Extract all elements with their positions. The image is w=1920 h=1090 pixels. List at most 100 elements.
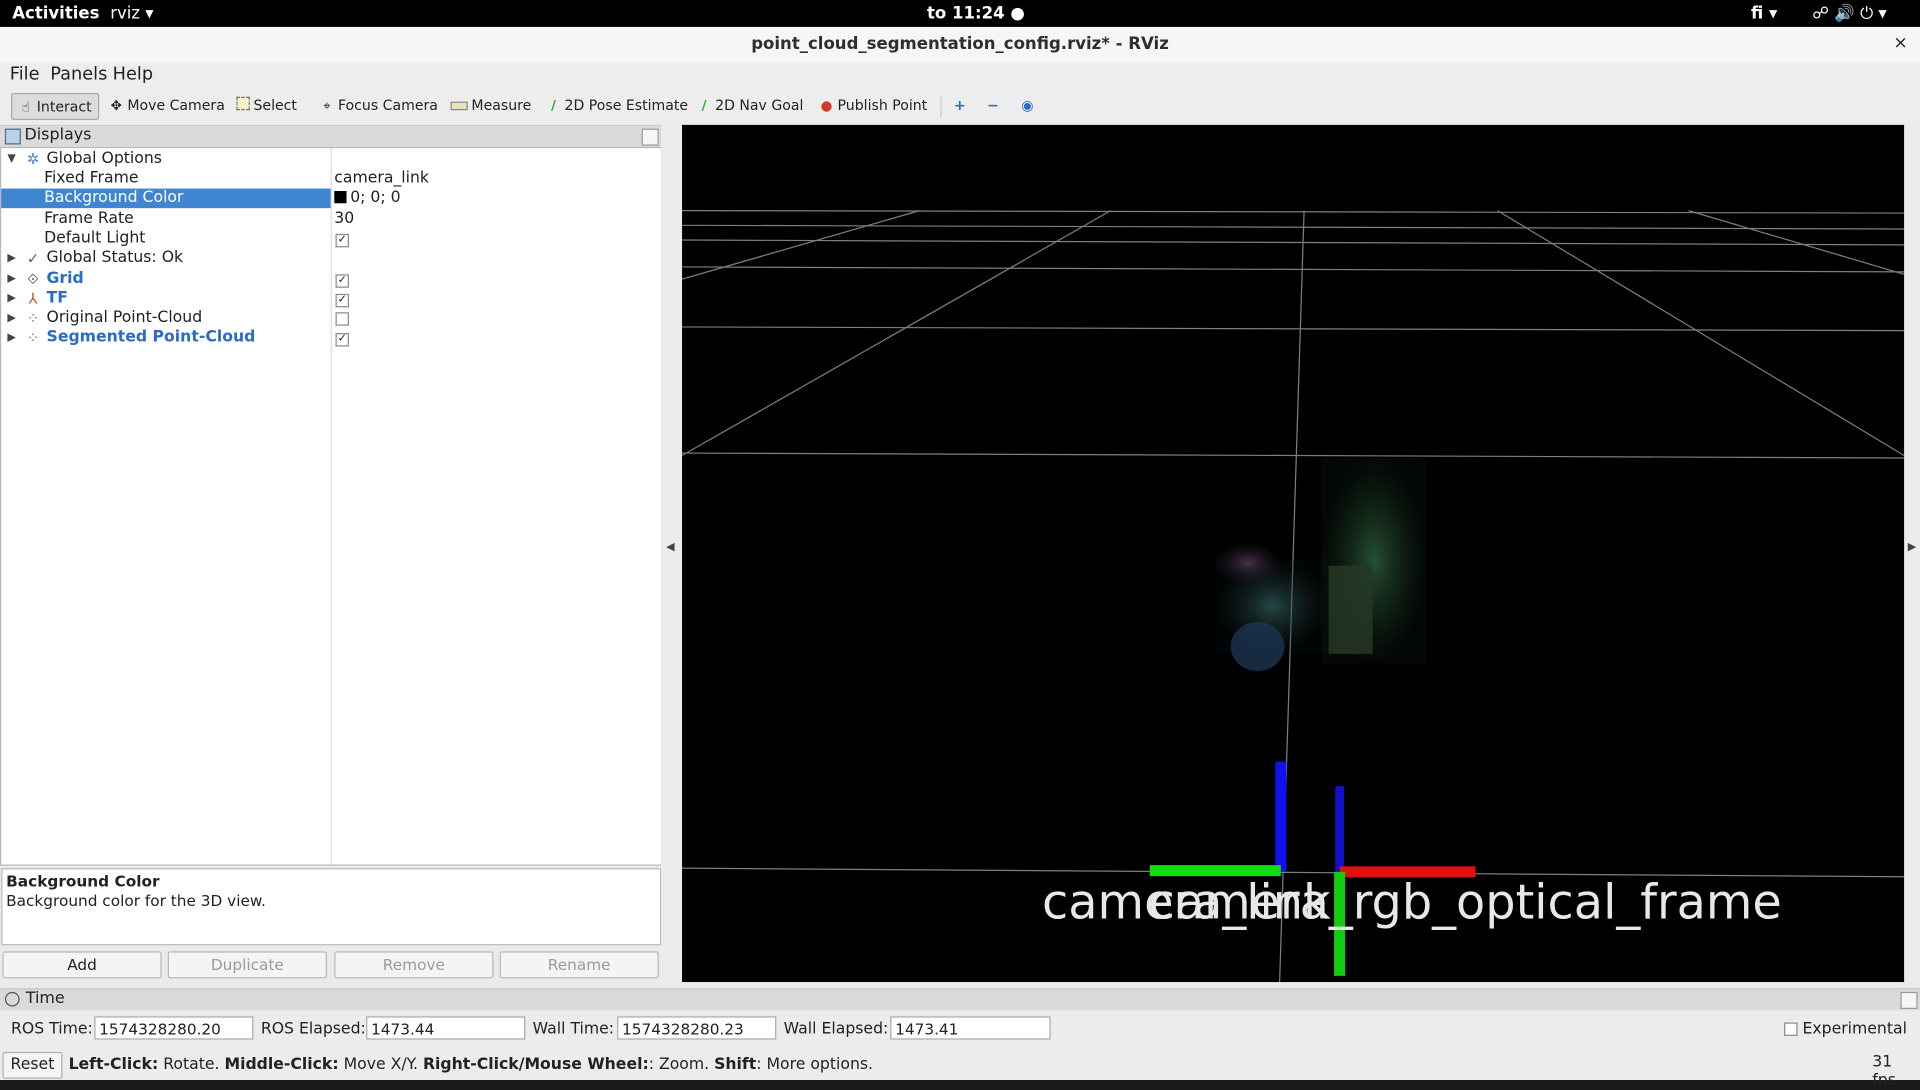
window-title: point_cloud_segmentation_config.rviz* - …	[751, 34, 1169, 54]
grid-label: Grid	[46, 269, 84, 288]
time-panel-header: Time	[0, 988, 1920, 1012]
fps-counter: 31 fps	[1872, 1053, 1896, 1090]
experimental-checkbox[interactable]	[1784, 1022, 1798, 1036]
scene-canvas[interactable]: camera_link camera_rgb_optical_frame	[682, 125, 1905, 983]
segmented-point-cloud-checkbox[interactable]: ✓	[335, 333, 349, 347]
experimental-label: Experimental	[1802, 1020, 1907, 1039]
system-tray[interactable]: ☍ 🔊 ⏻ ▾	[1812, 4, 1886, 24]
axes-icon: ⅄	[28, 290, 38, 308]
ruler-icon	[450, 101, 468, 111]
select-box-icon	[236, 96, 250, 111]
green-arrow-icon: /	[551, 97, 556, 114]
tf-axes	[1149, 761, 1476, 976]
property-help-box: Background Color Background color for th…	[1, 868, 662, 946]
left-splitter[interactable]: ◀	[661, 124, 683, 983]
rename-button[interactable]: Rename	[499, 951, 659, 979]
menu-file[interactable]: File	[10, 65, 40, 85]
displays-title: Displays	[24, 126, 92, 145]
expand-arrow-icon[interactable]: ▶	[7, 328, 15, 348]
background-color-row[interactable]: Background Color 0; 0; 0	[1, 188, 661, 209]
toolbar-separator	[940, 95, 942, 118]
frame-rate-row[interactable]: Frame Rate 30	[1, 209, 661, 229]
expand-arrow-icon[interactable]: ▶	[7, 309, 15, 329]
publish-point-tool-button[interactable]: ● Publish Point	[813, 93, 933, 117]
nav-goal-label: 2D Nav Goal	[715, 96, 804, 114]
grid-checkbox[interactable]: ✓	[335, 274, 349, 288]
original-point-cloud-row[interactable]: ▶ ⁘ Original Point-Cloud	[1, 309, 661, 329]
measure-tool-button[interactable]: Measure	[444, 93, 537, 117]
time-bar: ROS Time: 1574328280.20 ROS Elapsed: 147…	[0, 1010, 1920, 1047]
remove-button[interactable]: Remove	[334, 951, 494, 979]
hint-key: Middle-Click:	[224, 1055, 339, 1074]
hint-text: : More options.	[756, 1055, 874, 1074]
frame-rate-value[interactable]: 30	[334, 209, 354, 229]
default-light-row[interactable]: Default Light ✓	[1, 229, 661, 249]
select-label: Select	[253, 96, 297, 114]
expand-arrow-icon[interactable]: ▶	[7, 269, 15, 289]
language-indicator[interactable]: fi ▾	[1751, 4, 1777, 24]
help-title: Background Color	[6, 871, 160, 891]
collapse-left-icon[interactable]: ◀	[666, 541, 674, 553]
fixed-frame-value[interactable]: camera_link	[334, 169, 429, 189]
app-menu[interactable]: rviz ▾	[110, 4, 153, 24]
segmented-point-cloud	[1215, 457, 1427, 672]
tool-properties-icon[interactable]: ◉	[1015, 93, 1040, 117]
wall-elapsed-label: Wall Elapsed:	[783, 1020, 889, 1039]
grid-display-row[interactable]: ▶ ⟐ Grid ✓	[1, 269, 661, 289]
ros-time-field[interactable]: 1574328280.20	[94, 1016, 254, 1040]
segmented-point-cloud-row[interactable]: ▶ ⁘ Segmented Point-Cloud ✓	[1, 328, 661, 348]
time-title: Time	[25, 989, 65, 1008]
remove-tool-icon[interactable]: −	[981, 93, 1005, 117]
global-options-label: Global Options	[46, 149, 162, 168]
global-options-row[interactable]: ▼ ✲ Global Options	[1, 149, 661, 169]
undock-icon[interactable]	[641, 128, 659, 146]
right-splitter[interactable]: ▶	[1904, 124, 1920, 983]
nav-goal-tool-button[interactable]: / 2D Nav Goal	[691, 93, 810, 117]
expand-arrow-icon[interactable]: ▼	[7, 149, 15, 169]
background-color-value[interactable]: 0; 0; 0	[334, 189, 401, 209]
fixed-frame-row[interactable]: Fixed Frame camera_link	[1, 169, 661, 189]
focus-icon: ⌖	[323, 97, 331, 114]
expand-arrow-icon[interactable]: ▶	[7, 289, 15, 309]
hint-text: Rotate.	[158, 1055, 225, 1074]
help-text: Background color for the 3D view.	[6, 891, 266, 910]
move-camera-tool-button[interactable]: ✥ Move Camera	[103, 93, 231, 117]
render-viewport[interactable]: camera_link camera_rgb_optical_frame	[682, 124, 1905, 983]
duplicate-button[interactable]: Duplicate	[167, 951, 327, 979]
expand-arrow-icon[interactable]: ▶	[7, 249, 15, 269]
pose-estimate-tool-button[interactable]: / 2D Pose Estimate	[540, 93, 694, 117]
wall-time-field[interactable]: 1574328280.23	[617, 1016, 777, 1040]
status-bar: Reset Left-Click: Rotate. Middle-Click: …	[0, 1048, 1920, 1090]
add-tool-icon[interactable]: +	[948, 93, 972, 117]
point-cloud-icon: ⁘	[26, 329, 40, 347]
checkmark-icon: ✓	[26, 249, 40, 267]
select-tool-button[interactable]: Select	[230, 93, 303, 117]
focus-camera-tool-button[interactable]: ⌖ Focus Camera	[313, 93, 444, 117]
point-cloud-icon: ⁘	[26, 309, 40, 327]
ros-elapsed-field[interactable]: 1473.44	[366, 1016, 526, 1040]
green-arrow-icon: /	[701, 97, 707, 114]
collapse-right-icon[interactable]: ▶	[1908, 541, 1916, 553]
tf-display-row[interactable]: ▶ ⅄ TF ✓	[1, 289, 661, 309]
activities-button[interactable]: Activities	[12, 4, 99, 24]
default-light-label: Default Light	[44, 228, 146, 248]
default-light-checkbox[interactable]: ✓	[335, 233, 349, 248]
close-icon[interactable]: ×	[1893, 33, 1907, 53]
add-button[interactable]: Add	[2, 951, 162, 979]
tf-checkbox[interactable]: ✓	[335, 293, 349, 308]
menu-panels[interactable]: Panels	[50, 65, 107, 85]
original-point-cloud-checkbox[interactable]	[335, 312, 349, 326]
hint-key: Right-Click/Mouse Wheel:	[422, 1055, 649, 1074]
mouse-hints: Left-Click: Rotate. Middle-Click: Move X…	[69, 1056, 873, 1074]
interact-tool-button[interactable]: ☝ Interact	[11, 93, 100, 121]
menu-help[interactable]: Help	[113, 65, 153, 85]
reset-button[interactable]: Reset	[2, 1051, 63, 1079]
publish-point-label: Publish Point	[837, 96, 928, 114]
clock[interactable]: to 11:24 ●	[927, 4, 1025, 24]
undock-icon[interactable]	[1900, 991, 1918, 1009]
wall-elapsed-field[interactable]: 1473.41	[890, 1016, 1051, 1040]
displays-panel-header: Displays	[0, 126, 662, 149]
global-status-row[interactable]: ▶ ✓ Global Status: Ok	[1, 249, 661, 269]
tool-bar: ☝ Interact ✥ Move Camera Select ⌖ Focus Cam…	[0, 88, 1920, 127]
move-camera-label: Move Camera	[127, 96, 225, 114]
